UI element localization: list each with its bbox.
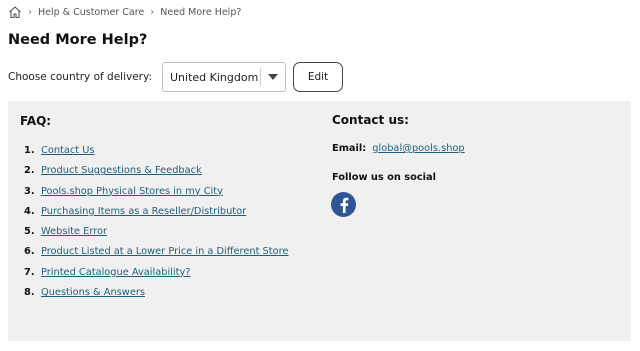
faq-heading: FAQ: xyxy=(20,114,52,128)
country-select[interactable]: United Kingdom xyxy=(162,62,286,92)
faq-item-number: 8. xyxy=(24,287,35,299)
home-icon[interactable] xyxy=(8,5,22,19)
country-select-value: United Kingdom xyxy=(170,70,259,84)
faq-link-lower-price[interactable]: Product Listed at a Lower Price in a Dif… xyxy=(41,245,288,259)
faq-link-product-suggestions[interactable]: Product Suggestions & Feedback xyxy=(41,164,202,178)
faq-item-number: 2. xyxy=(24,165,35,177)
faq-item: 2. Product Suggestions & Feedback xyxy=(24,164,306,178)
faq-item: 3. Pools.shop Physical Stores in my City xyxy=(24,185,306,199)
faq-link-reseller[interactable]: Purchasing Items as a Reseller/Distribut… xyxy=(41,205,246,219)
faq-item-number: 7. xyxy=(24,266,35,278)
chevron-down-icon[interactable] xyxy=(261,74,285,80)
help-panel: FAQ: 1. Contact Us 2. Product Suggestion… xyxy=(8,101,631,341)
faq-link-physical-stores[interactable]: Pools.shop Physical Stores in my City xyxy=(41,185,223,199)
page-title: Need More Help? xyxy=(8,32,148,48)
faq-item: 5. Website Error xyxy=(24,225,306,239)
faq-link-website-error[interactable]: Website Error xyxy=(41,225,107,239)
faq-link-questions-answers[interactable]: Questions & Answers xyxy=(41,286,145,300)
breadcrumb-link-help-customer-care[interactable]: Help & Customer Care xyxy=(38,7,144,18)
follow-us-label: Follow us on social xyxy=(332,172,436,183)
faq-link-printed-catalogue[interactable]: Printed Catalogue Availability? xyxy=(41,266,190,280)
faq-item: 6. Product Listed at a Lower Price in a … xyxy=(24,245,306,259)
email-label: Email: xyxy=(332,143,367,154)
facebook-icon[interactable] xyxy=(331,192,356,217)
faq-item: 4. Purchasing Items as a Reseller/Distri… xyxy=(24,205,306,219)
faq-item-number: 6. xyxy=(24,246,35,258)
breadcrumb: › Help & Customer Care › Need More Help? xyxy=(8,4,241,20)
email-row: Email: global@pools.shop xyxy=(332,143,465,154)
faq-item-number: 3. xyxy=(24,185,35,197)
faq-item: 8. Questions & Answers xyxy=(24,286,306,300)
country-selector-row: Choose country of delivery: United Kingd… xyxy=(8,62,343,92)
chevron-right-icon: › xyxy=(150,6,155,18)
faq-list: 1. Contact Us 2. Product Suggestions & F… xyxy=(24,144,306,306)
country-label: Choose country of delivery: xyxy=(8,71,152,83)
email-link[interactable]: global@pools.shop xyxy=(372,143,464,154)
faq-item: 1. Contact Us xyxy=(24,144,306,158)
edit-button[interactable]: Edit xyxy=(293,62,343,92)
faq-item: 7. Printed Catalogue Availability? xyxy=(24,266,306,280)
faq-item-number: 5. xyxy=(24,226,35,238)
breadcrumb-current: Need More Help? xyxy=(160,6,242,18)
contact-heading: Contact us: xyxy=(332,113,409,127)
faq-item-number: 4. xyxy=(24,205,35,217)
chevron-right-icon: › xyxy=(28,6,32,18)
faq-item-number: 1. xyxy=(24,145,35,156)
faq-link-contact-us[interactable]: Contact Us xyxy=(41,144,95,158)
